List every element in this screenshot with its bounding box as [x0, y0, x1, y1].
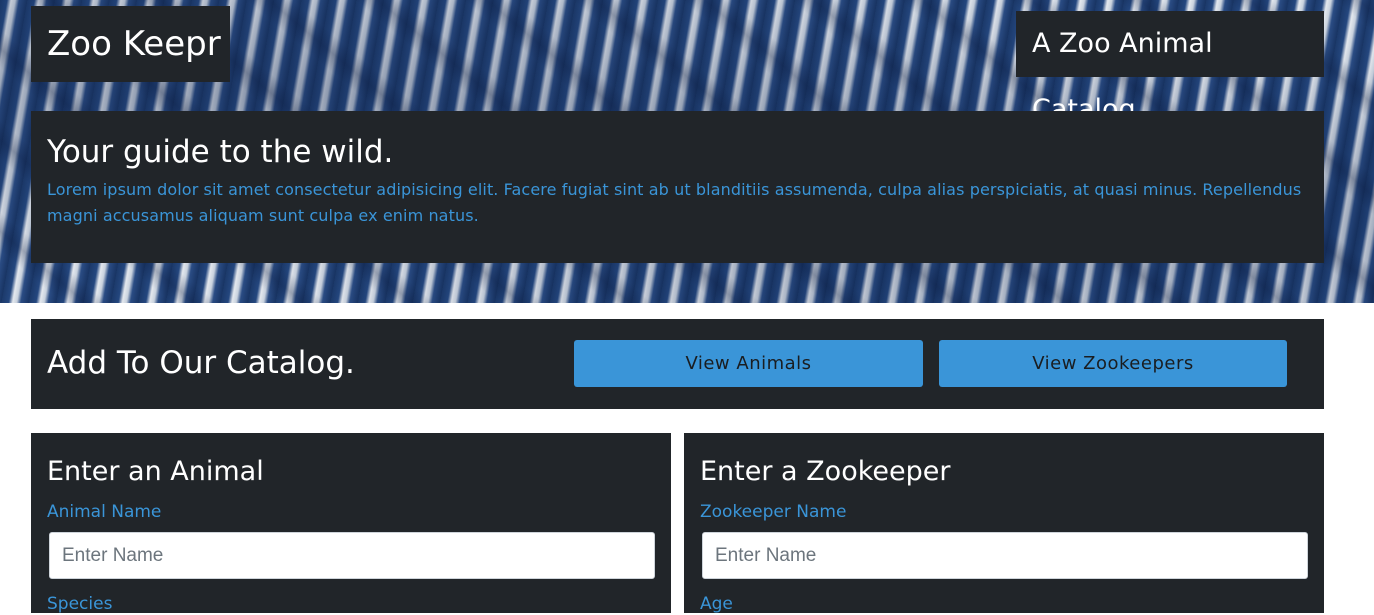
- age-label: Age: [700, 594, 733, 614]
- intro-body: Lorem ipsum dolor sit amet consectetur a…: [47, 180, 1302, 225]
- zookeeper-name-label: Zookeeper Name: [700, 502, 847, 522]
- zookeeper-form: Enter a Zookeeper Zookeeper Name Age: [684, 433, 1324, 614]
- catalog-bar: Add To Our Catalog. View Animals View Zo…: [31, 319, 1324, 409]
- site-tagline: A Zoo Animal Catalog: [1016, 11, 1324, 125]
- intro-panel: Your guide to the wild. Lorem ipsum dolo…: [31, 111, 1324, 263]
- zookeeper-form-title: Enter a Zookeeper: [700, 456, 951, 487]
- site-brand[interactable]: Zoo Keepr: [31, 6, 230, 82]
- intro-title: Your guide to the wild.: [47, 134, 394, 170]
- animal-form: Enter an Animal Animal Name Species: [31, 433, 671, 614]
- zookeeper-name-input[interactable]: [702, 532, 1308, 579]
- species-label: Species: [47, 594, 113, 614]
- view-zookeepers-button[interactable]: View Zookeepers: [939, 340, 1287, 387]
- animal-form-title: Enter an Animal: [47, 456, 264, 487]
- animal-name-label: Animal Name: [47, 502, 162, 522]
- view-animals-button[interactable]: View Animals: [574, 340, 923, 387]
- catalog-title: Add To Our Catalog.: [47, 345, 355, 381]
- animal-name-input[interactable]: [49, 532, 655, 579]
